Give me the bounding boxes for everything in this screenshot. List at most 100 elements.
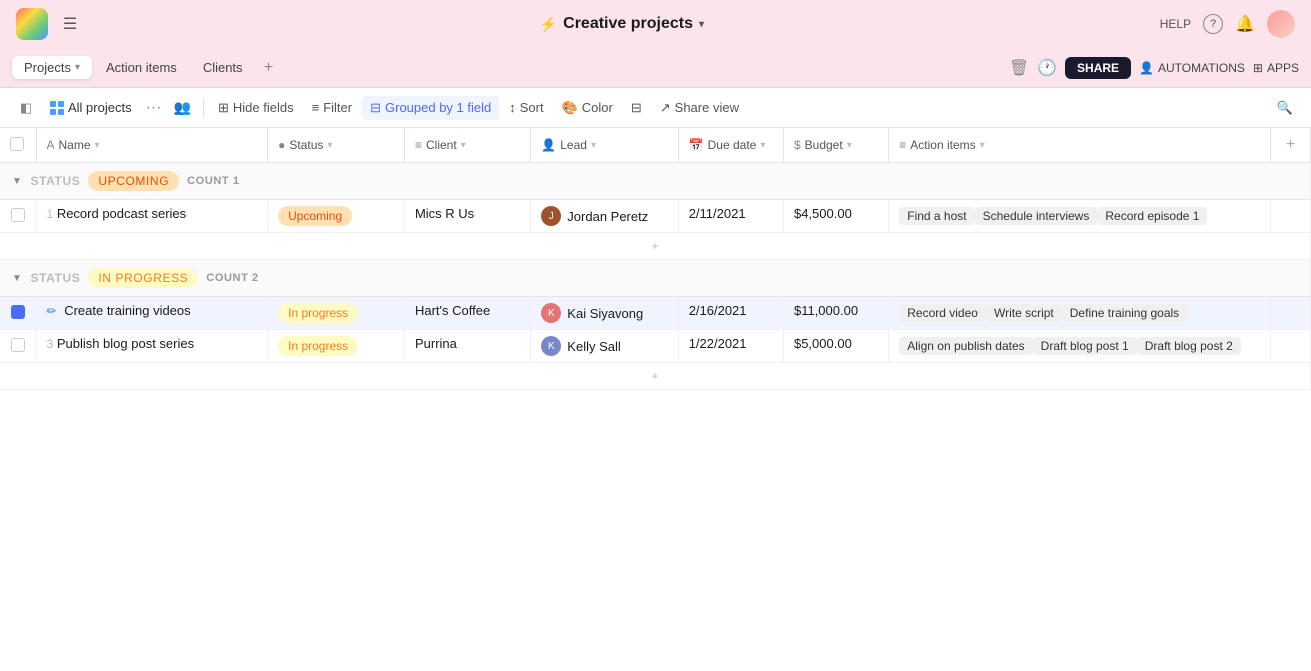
budget-col-icon: $ [794, 138, 801, 152]
share-button[interactable]: SHARE [1065, 57, 1131, 79]
table-row[interactable]: 3 Publish blog post series In progress P… [0, 330, 1311, 363]
grouped-button[interactable]: ⊟ Grouped by 1 field [362, 96, 499, 120]
history-icon[interactable]: 🕐 [1037, 58, 1057, 78]
add-column-header[interactable]: + [1271, 128, 1311, 163]
col-header-name[interactable]: A Name ▾ [36, 128, 268, 163]
sidebar-toggle-btn[interactable]: ☰ [56, 10, 84, 38]
view-label: All projects [68, 100, 132, 115]
top-nav: ☰ ⚡ Creative projects ▾ HELP ? 🔔 [0, 0, 1311, 48]
row-select-cell[interactable] [0, 297, 36, 330]
col-header-budget[interactable]: $ Budget ▾ [783, 128, 888, 163]
color-label: Color [582, 100, 613, 115]
status-col-icon: ● [278, 138, 285, 152]
row-name-cell: ✏ Create training videos [36, 297, 268, 330]
select-all-checkbox[interactable] [10, 137, 24, 151]
projects-table: A Name ▾ ● Status ▾ ≡ Client [0, 128, 1311, 390]
table-row[interactable]: 1 Record podcast series Upcoming Mics R … [0, 200, 1311, 233]
row-checkbox[interactable] [11, 208, 25, 222]
help-icon[interactable]: ? [1203, 14, 1223, 34]
tab-projects-arrow: ▾ [75, 62, 80, 73]
group-status-badge: Upcoming [88, 171, 179, 191]
tab-bar-right: 🗑 🕐 SHARE 👤 AUTOMATIONS ⊞ APPS [1009, 57, 1299, 79]
row-checkbox[interactable] [11, 305, 25, 319]
row-checkbox[interactable] [11, 338, 25, 352]
row-lead-cell: K Kai Siyavong [531, 297, 678, 330]
sort-button[interactable]: ↕ Sort [501, 96, 551, 119]
lead-name: Jordan Peretz [567, 209, 648, 224]
row-status-badge: Upcoming [278, 206, 352, 226]
row-status-badge: In progress [278, 303, 358, 323]
view-options-button[interactable]: ··· [142, 97, 166, 119]
tab-action-items-label: Action items [106, 60, 177, 75]
row-lead-cell: K Kelly Sall [531, 330, 678, 363]
people-button[interactable]: 👥 [168, 97, 197, 118]
row-client: Purrina [415, 336, 457, 351]
table-view-button[interactable]: ⊟ [623, 96, 650, 120]
lead-name: Kai Siyavong [567, 306, 643, 321]
color-button[interactable]: 🎨 Color [554, 96, 621, 120]
action-item-tag: Align on publish dates [899, 337, 1032, 355]
row-select-cell[interactable] [0, 200, 36, 233]
group-header-inner: ▼ STATUS In progress Count 2 [12, 268, 1298, 288]
group-status-badge: In progress [88, 268, 198, 288]
apps-button[interactable]: ⊞ APPS [1253, 61, 1299, 75]
action-col-icon: ≡ [899, 138, 906, 152]
add-row-in-progress[interactable]: + [0, 363, 1311, 390]
grid-view-button[interactable]: All projects [42, 96, 140, 119]
action-item-tag: Write script [986, 304, 1062, 322]
add-tab-button[interactable]: + [257, 56, 281, 80]
add-row-cell[interactable]: + [0, 233, 1311, 260]
top-nav-right: HELP ? 🔔 [1160, 10, 1295, 38]
col-header-status[interactable]: ● Status ▾ [268, 128, 405, 163]
tab-clients[interactable]: Clients [191, 56, 255, 79]
lead-avatar: K [541, 303, 561, 323]
row-status-cell: In progress [268, 330, 405, 363]
select-all-header[interactable] [0, 128, 36, 163]
row-budget: $11,000.00 [794, 303, 858, 318]
row-client-cell: Hart's Coffee [404, 297, 530, 330]
help-button[interactable]: HELP [1160, 17, 1191, 31]
col-header-due-date[interactable]: 📅 Due date ▾ [678, 128, 783, 163]
tab-projects[interactable]: Projects ▾ [12, 56, 92, 79]
action-item-tag: Draft blog post 1 [1033, 337, 1137, 355]
row-select-cell[interactable] [0, 330, 36, 363]
trash-icon[interactable]: 🗑 [1009, 58, 1029, 78]
lead-avatar: K [541, 336, 561, 356]
col-action-label: Action items [910, 138, 975, 152]
hide-fields-button[interactable]: ⊞ Hide fields [210, 96, 302, 120]
sort-icon: ↕ [509, 100, 516, 115]
title-dropdown-arrow[interactable]: ▾ [699, 19, 704, 30]
row-status-cell: In progress [268, 297, 405, 330]
group-collapse-btn[interactable]: ▼ [12, 273, 23, 284]
user-avatar[interactable] [1267, 10, 1295, 38]
group-header-cell: ▼ STATUS In progress Count 2 [0, 260, 1311, 297]
group-collapse-btn[interactable]: ▼ [12, 176, 23, 187]
tab-bar-left: Projects ▾ Action items Clients + [12, 56, 1007, 80]
table-row[interactable]: ✏ Create training videos In progress Har… [0, 297, 1311, 330]
action-sort-arrow: ▾ [980, 140, 985, 151]
col-header-action-items[interactable]: ≡ Action items ▾ [889, 128, 1271, 163]
automations-button[interactable]: 👤 AUTOMATIONS [1139, 61, 1245, 75]
search-button[interactable]: 🔍 [1271, 94, 1299, 122]
name-col-icon: A [47, 138, 55, 152]
tab-action-items[interactable]: Action items [94, 56, 189, 79]
notifications-icon[interactable]: 🔔 [1235, 14, 1255, 34]
add-column-button[interactable]: + [1281, 136, 1300, 154]
row-budget-cell: $4,500.00 [783, 200, 888, 233]
sidebar-panel-toggle[interactable]: ◧ [12, 94, 40, 122]
col-header-lead[interactable]: 👤 Lead ▾ [531, 128, 678, 163]
toolbar-right: 🔍 [1271, 94, 1299, 122]
hide-fields-icon: ⊞ [218, 100, 229, 116]
row-lead-cell: J Jordan Peretz [531, 200, 678, 233]
filter-button[interactable]: ≡ Filter [304, 96, 360, 119]
col-header-client[interactable]: ≡ Client ▾ [404, 128, 530, 163]
add-row-upcoming[interactable]: + [0, 233, 1311, 260]
add-row-cell[interactable]: + [0, 363, 1311, 390]
table-wrapper: A Name ▾ ● Status ▾ ≡ Client [0, 128, 1311, 671]
lead-cell-inner: J Jordan Peretz [541, 206, 667, 226]
row-number: ✏ [47, 304, 61, 318]
app-logo[interactable] [16, 8, 48, 40]
share-view-button[interactable]: ↗ Share view [652, 96, 747, 120]
lead-avatar: J [541, 206, 561, 226]
lead-cell-inner: K Kai Siyavong [541, 303, 667, 323]
